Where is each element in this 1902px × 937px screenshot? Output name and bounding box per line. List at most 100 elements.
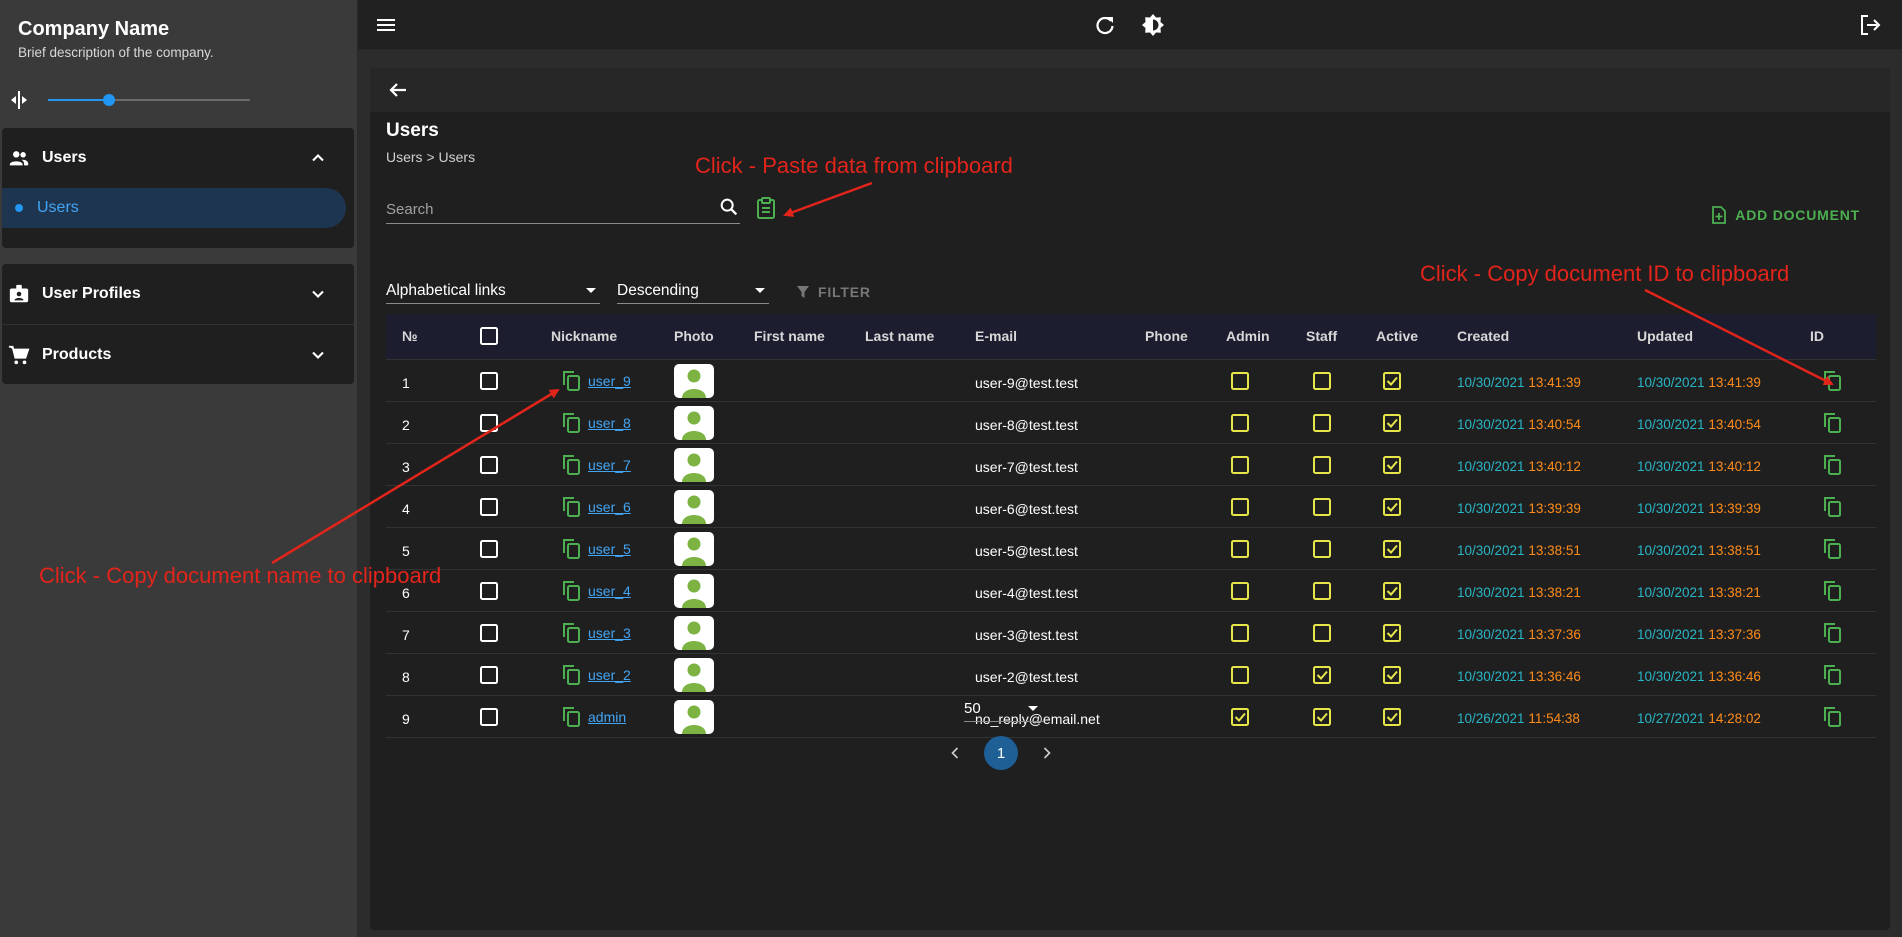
admin-checkbox[interactable] — [1231, 624, 1249, 642]
table-row[interactable]: 7 user_3 user-3@test.test 10/30/2021 13:37:… — [386, 612, 1876, 654]
active-checkbox[interactable] — [1383, 498, 1401, 516]
active-checkbox[interactable] — [1383, 540, 1401, 558]
copy-id-icon[interactable] — [1822, 706, 1842, 728]
table-row[interactable]: 1 user_9 user-9@test.test 10/30/2021 13:41:… — [386, 360, 1876, 402]
admin-checkbox[interactable] — [1231, 372, 1249, 390]
copy-id-icon[interactable] — [1822, 622, 1842, 644]
active-checkbox[interactable] — [1383, 708, 1401, 726]
col-phone[interactable]: Phone — [1145, 328, 1188, 344]
select-all-checkbox[interactable] — [480, 327, 498, 345]
nickname-link[interactable]: user_6 — [588, 499, 631, 515]
user-photo[interactable] — [674, 448, 714, 482]
row-select-checkbox[interactable] — [480, 414, 498, 432]
sort-field-select[interactable]: Alphabetical links — [386, 274, 600, 304]
copy-name-icon[interactable] — [561, 622, 581, 644]
next-page-button[interactable] — [1030, 736, 1064, 770]
staff-checkbox[interactable] — [1313, 372, 1331, 390]
user-photo[interactable] — [674, 574, 714, 608]
copy-id-icon[interactable] — [1822, 664, 1842, 686]
search-field[interactable] — [386, 194, 740, 224]
brightness-icon[interactable] — [1141, 13, 1165, 37]
admin-checkbox[interactable] — [1231, 498, 1249, 516]
active-checkbox[interactable] — [1383, 372, 1401, 390]
copy-name-icon[interactable] — [561, 454, 581, 476]
nav-header-products[interactable]: Products — [2, 325, 354, 385]
paste-clipboard-icon[interactable] — [755, 196, 777, 220]
col-nickname[interactable]: Nickname — [551, 328, 617, 344]
user-photo[interactable] — [674, 616, 714, 650]
nav-header-users[interactable]: Users — [2, 128, 354, 188]
copy-name-icon[interactable] — [561, 370, 581, 392]
col-active[interactable]: Active — [1376, 328, 1418, 344]
nickname-link[interactable]: user_8 — [588, 415, 631, 431]
table-row[interactable]: 3 user_7 user-7@test.test 10/30/2021 13:40:… — [386, 444, 1876, 486]
slider-thumb[interactable] — [102, 94, 115, 106]
nickname-link[interactable]: admin — [588, 709, 626, 725]
col-email[interactable]: E-mail — [975, 328, 1017, 344]
col-id[interactable]: ID — [1810, 328, 1824, 344]
row-select-checkbox[interactable] — [480, 708, 498, 726]
nickname-link[interactable]: user_3 — [588, 625, 631, 641]
staff-checkbox[interactable] — [1313, 414, 1331, 432]
staff-checkbox[interactable] — [1313, 456, 1331, 474]
active-checkbox[interactable] — [1383, 582, 1401, 600]
active-checkbox[interactable] — [1383, 414, 1401, 432]
col-last-name[interactable]: Last name — [865, 328, 934, 344]
search-icon[interactable] — [718, 196, 740, 218]
copy-id-icon[interactable] — [1822, 496, 1842, 518]
sidebar-width-slider[interactable] — [8, 88, 250, 112]
table-row[interactable]: 6 user_4 user-4@test.test 10/30/2021 13:38:… — [386, 570, 1876, 612]
active-checkbox[interactable] — [1383, 624, 1401, 642]
staff-checkbox[interactable] — [1313, 666, 1331, 684]
row-select-checkbox[interactable] — [480, 540, 498, 558]
nickname-link[interactable]: user_5 — [588, 541, 631, 557]
menu-icon[interactable] — [374, 13, 398, 37]
user-photo[interactable] — [674, 364, 714, 398]
user-photo[interactable] — [674, 658, 714, 692]
row-select-checkbox[interactable] — [480, 456, 498, 474]
staff-checkbox[interactable] — [1313, 624, 1331, 642]
logout-icon[interactable] — [1858, 13, 1882, 37]
col-updated[interactable]: Updated — [1637, 328, 1693, 344]
copy-name-icon[interactable] — [561, 664, 581, 686]
admin-checkbox[interactable] — [1231, 708, 1249, 726]
prev-page-button[interactable] — [938, 736, 972, 770]
copy-id-icon[interactable] — [1822, 538, 1842, 560]
user-photo[interactable] — [674, 532, 714, 566]
table-row[interactable]: 5 user_5 user-5@test.test 10/30/2021 13:38:… — [386, 528, 1876, 570]
row-select-checkbox[interactable] — [480, 666, 498, 684]
admin-checkbox[interactable] — [1231, 414, 1249, 432]
active-checkbox[interactable] — [1383, 666, 1401, 684]
copy-name-icon[interactable] — [561, 580, 581, 602]
admin-checkbox[interactable] — [1231, 456, 1249, 474]
col-photo[interactable]: Photo — [674, 328, 714, 344]
admin-checkbox[interactable] — [1231, 540, 1249, 558]
staff-checkbox[interactable] — [1313, 582, 1331, 600]
admin-checkbox[interactable] — [1231, 666, 1249, 684]
col-admin[interactable]: Admin — [1226, 328, 1270, 344]
copy-id-icon[interactable] — [1822, 454, 1842, 476]
user-photo[interactable] — [674, 490, 714, 524]
copy-name-icon[interactable] — [561, 412, 581, 434]
copy-name-icon[interactable] — [561, 706, 581, 728]
table-row[interactable]: 2 user_8 user-8@test.test 10/30/2021 13:40:… — [386, 402, 1876, 444]
search-input[interactable] — [386, 198, 686, 220]
active-checkbox[interactable] — [1383, 456, 1401, 474]
row-select-checkbox[interactable] — [480, 624, 498, 642]
nickname-link[interactable]: user_9 — [588, 373, 631, 389]
sidebar-item-users[interactable]: Users — [2, 188, 346, 228]
staff-checkbox[interactable] — [1313, 540, 1331, 558]
copy-name-icon[interactable] — [561, 538, 581, 560]
arrow-back-icon[interactable] — [386, 78, 410, 102]
col-first-name[interactable]: First name — [754, 328, 825, 344]
copy-id-icon[interactable] — [1822, 370, 1842, 392]
table-row[interactable]: 8 user_2 user-2@test.test 10/30/2021 13:36:… — [386, 654, 1876, 696]
nickname-link[interactable]: user_7 — [588, 457, 631, 473]
row-select-checkbox[interactable] — [480, 372, 498, 390]
nickname-link[interactable]: user_4 — [588, 583, 631, 599]
user-photo[interactable] — [674, 700, 714, 734]
table-row[interactable]: 9 admin no_reply@email.net 10/26/2021 11:54… — [386, 696, 1876, 738]
page-button-current[interactable]: 1 — [984, 736, 1018, 770]
staff-checkbox[interactable] — [1313, 708, 1331, 726]
sort-order-select[interactable]: Descending — [617, 274, 769, 304]
